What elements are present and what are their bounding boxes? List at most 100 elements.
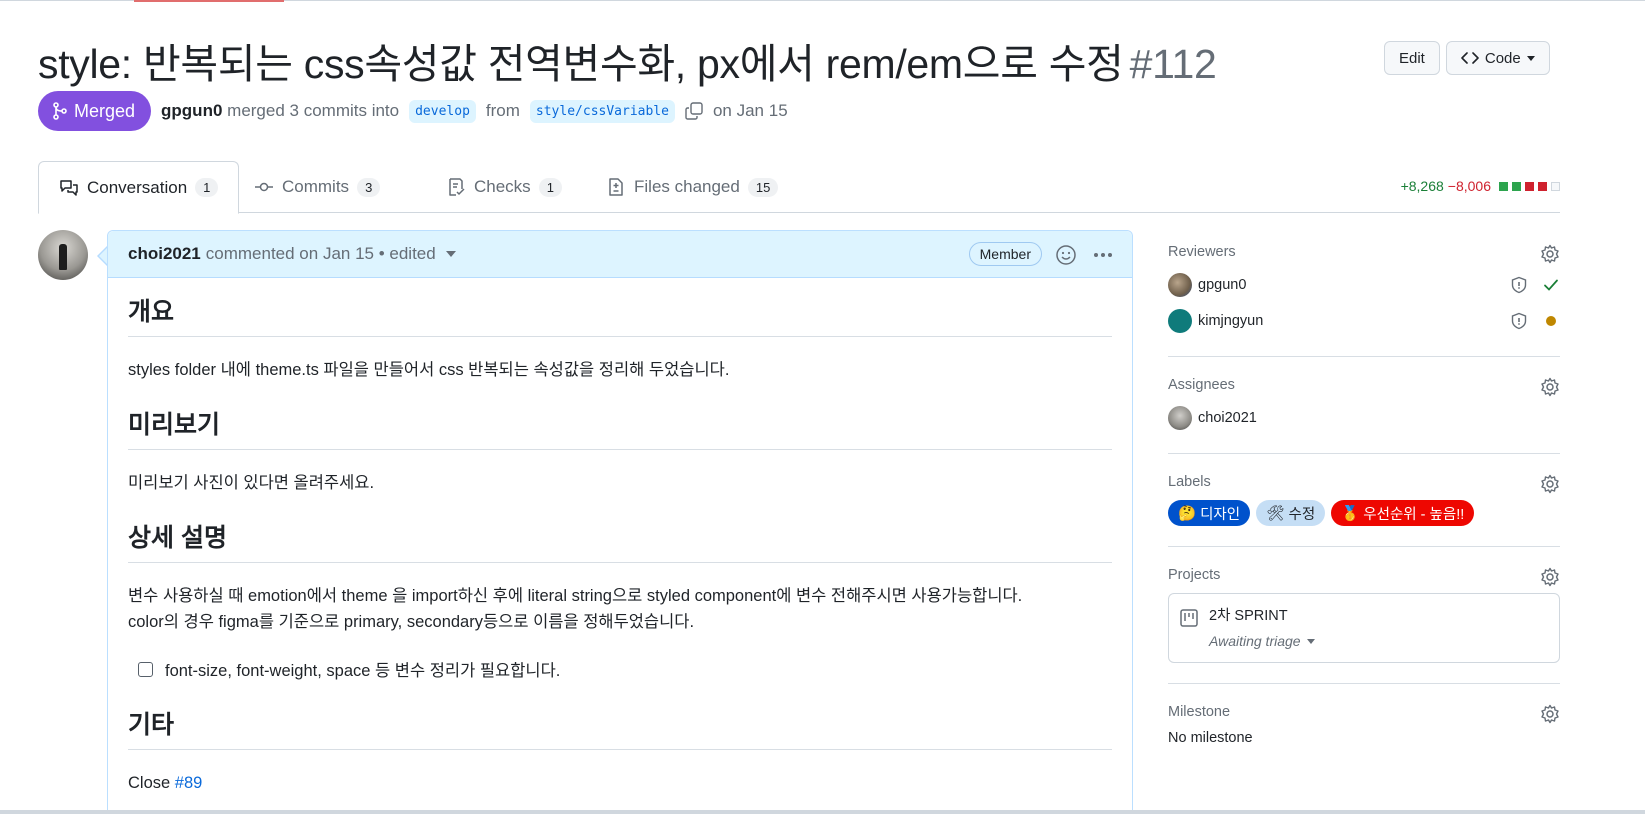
label-priority-high[interactable]: 🥇 우선순위 - 높음!! [1331, 500, 1475, 526]
git-merge-icon [53, 102, 67, 120]
project-card[interactable]: 2차 SPRINT Awaiting triage [1168, 593, 1560, 663]
task-checkbox[interactable] [138, 661, 153, 677]
header-actions: Edit Code [1384, 41, 1550, 75]
section-heading: 기타 [128, 705, 1112, 750]
copy-icon[interactable] [685, 102, 703, 120]
section-text: Close #89 [128, 770, 1112, 796]
projects-title[interactable]: Projects [1168, 567, 1560, 583]
diffstat-block [1512, 181, 1521, 191]
reviewer-name: kimjngyun [1198, 313, 1264, 329]
tab-conversation-label: Conversation [87, 177, 188, 197]
shield-icon [1511, 276, 1527, 294]
reviewers-title[interactable]: Reviewers [1168, 244, 1560, 260]
avatar [1168, 406, 1192, 430]
from-text: from [485, 101, 520, 120]
project-status[interactable]: Awaiting triage [1209, 633, 1549, 649]
head-branch[interactable]: style/cssVariable [529, 99, 675, 123]
tab-checks[interactable]: Checks 1 [446, 161, 562, 213]
gear-icon[interactable] [1540, 474, 1560, 494]
labels-section: Labels 🤔 디자인 🛠 수정 🥇 우선순위 - 높음!! [1168, 454, 1560, 547]
pr-number: #112 [1129, 41, 1217, 87]
avatar [1168, 309, 1192, 333]
reviewer-name: gpgun0 [1198, 277, 1247, 293]
label-text: 우선순위 - 높음!! [1363, 506, 1465, 523]
tab-checks-count: 1 [538, 177, 562, 197]
edit-button-label: Edit [1399, 49, 1425, 67]
avatar-figure [59, 244, 67, 270]
labels-title[interactable]: Labels [1168, 474, 1560, 490]
tab-commits-count: 3 [357, 177, 381, 197]
label-design[interactable]: 🤔 디자인 [1168, 500, 1251, 526]
check-icon [1544, 279, 1558, 291]
assignee-item[interactable]: choi2021 [1168, 403, 1560, 433]
milestone-value: No milestone [1168, 730, 1253, 746]
section-heading: 미리보기 [128, 405, 1112, 450]
chevron-down-icon[interactable] [445, 251, 456, 257]
merge-text: merged 3 commits into [227, 101, 400, 120]
merge-date: on Jan 15 [712, 101, 788, 120]
pr-meta: Merged gpgun0 merged 3 commits into deve… [38, 91, 788, 131]
comment-author[interactable]: choi2021 [128, 244, 201, 264]
bottom-scrollbar[interactable] [0, 810, 1645, 814]
milestone-title[interactable]: Milestone [1168, 704, 1560, 720]
comment-body: 개요 styles folder 내에 theme.ts 파일을 만들어서 cs… [108, 278, 1132, 796]
assignees-title[interactable]: Assignees [1168, 377, 1560, 393]
assignee-name: choi2021 [1198, 410, 1257, 426]
tab-commits[interactable]: Commits 3 [254, 161, 381, 213]
tab-conversation[interactable]: Conversation 1 [38, 161, 240, 214]
section-text: styles folder 내에 theme.ts 파일을 만들어서 css 반… [128, 361, 730, 379]
label-list: 🤔 디자인 🛠 수정 🥇 우선순위 - 높음!! [1168, 500, 1560, 526]
base-branch[interactable]: develop [409, 99, 476, 123]
project-board-icon [1180, 609, 1198, 627]
pr-description-comment: choi2021 commented on Jan 15 • edited Me… [107, 230, 1133, 814]
file-diff-icon [609, 178, 623, 196]
chevron-down-icon [1526, 55, 1535, 61]
pr-title: style: 반복되는 css속성값 전역변수화, px에서 rem/em으로 … [38, 30, 1558, 90]
edit-button[interactable]: Edit [1384, 41, 1440, 75]
reviewers-section: Reviewers gpgun0 kimjngyun [1168, 232, 1560, 357]
section-text: 변수 사용하실 때 emotion에서 theme 을 import하신 후에 … [128, 583, 1112, 635]
assignees-section: Assignees choi2021 [1168, 357, 1560, 454]
pr-sidebar: Reviewers gpgun0 kimjngyun Assignees cho… [1168, 232, 1560, 766]
comment-header: choi2021 commented on Jan 15 • edited Me… [108, 231, 1132, 278]
gear-icon[interactable] [1540, 244, 1560, 264]
merged-state-badge: Merged [38, 91, 152, 131]
section-text-line: 변수 사용하실 때 emotion에서 theme 을 import하신 후에 … [128, 587, 1023, 605]
avatar[interactable] [38, 230, 88, 280]
milestone-section: Milestone No milestone [1168, 684, 1560, 766]
task-text: font-size, font-weight, space 등 변수 정리가 필… [165, 662, 561, 680]
comment-meta[interactable]: commented on Jan 15 • edited [206, 244, 436, 264]
label-text: 수정 [1288, 506, 1316, 523]
tab-files-changed[interactable]: Files changed 15 [606, 161, 779, 213]
reviewer-item[interactable]: kimjngyun [1168, 306, 1560, 336]
diffstat-deletions: −8,006 [1447, 178, 1491, 194]
merge-summary: gpgun0 merged 3 commits into [161, 101, 399, 121]
gear-icon[interactable] [1540, 704, 1560, 724]
gear-icon[interactable] [1540, 377, 1560, 397]
close-text: Close [128, 774, 175, 792]
gear-icon[interactable] [1540, 567, 1560, 587]
top-progress-accent [134, 0, 284, 2]
issue-link[interactable]: #89 [175, 774, 203, 792]
label-fix[interactable]: 🛠 수정 [1256, 500, 1326, 526]
section-text: 미리보기 사진이 있다면 올려주세요. [128, 474, 375, 492]
kebab-horizontal-icon[interactable] [1092, 245, 1114, 265]
diffstat-block [1499, 181, 1508, 191]
code-button-label: Code [1484, 49, 1521, 67]
task-list-item: font-size, font-weight, space 등 변수 정리가 필… [138, 657, 1112, 681]
pr-title-row: style: 반복되는 css속성값 전역변수화, px에서 rem/em으로 … [38, 30, 1558, 87]
section-text-line: color의 경우 figma를 기준으로 primary, secondary… [128, 613, 695, 631]
projects-section: Projects 2차 SPRINT Awaiting triage [1168, 547, 1560, 684]
smiley-icon[interactable] [1055, 244, 1077, 266]
diffstat-block [1538, 181, 1547, 191]
tools-icon: 🛠 [1266, 505, 1285, 522]
avatar [1168, 273, 1192, 297]
section-heading: 상세 설명 [128, 518, 1112, 563]
project-name[interactable]: 2차 SPRINT [1209, 604, 1549, 625]
code-icon [1461, 52, 1479, 64]
reviewer-item[interactable]: gpgun0 [1168, 270, 1560, 300]
tab-files-changed-count: 15 [747, 177, 779, 197]
checklist-icon [449, 178, 465, 196]
code-button[interactable]: Code [1445, 41, 1550, 75]
pr-author-link[interactable]: gpgun0 [161, 101, 222, 120]
